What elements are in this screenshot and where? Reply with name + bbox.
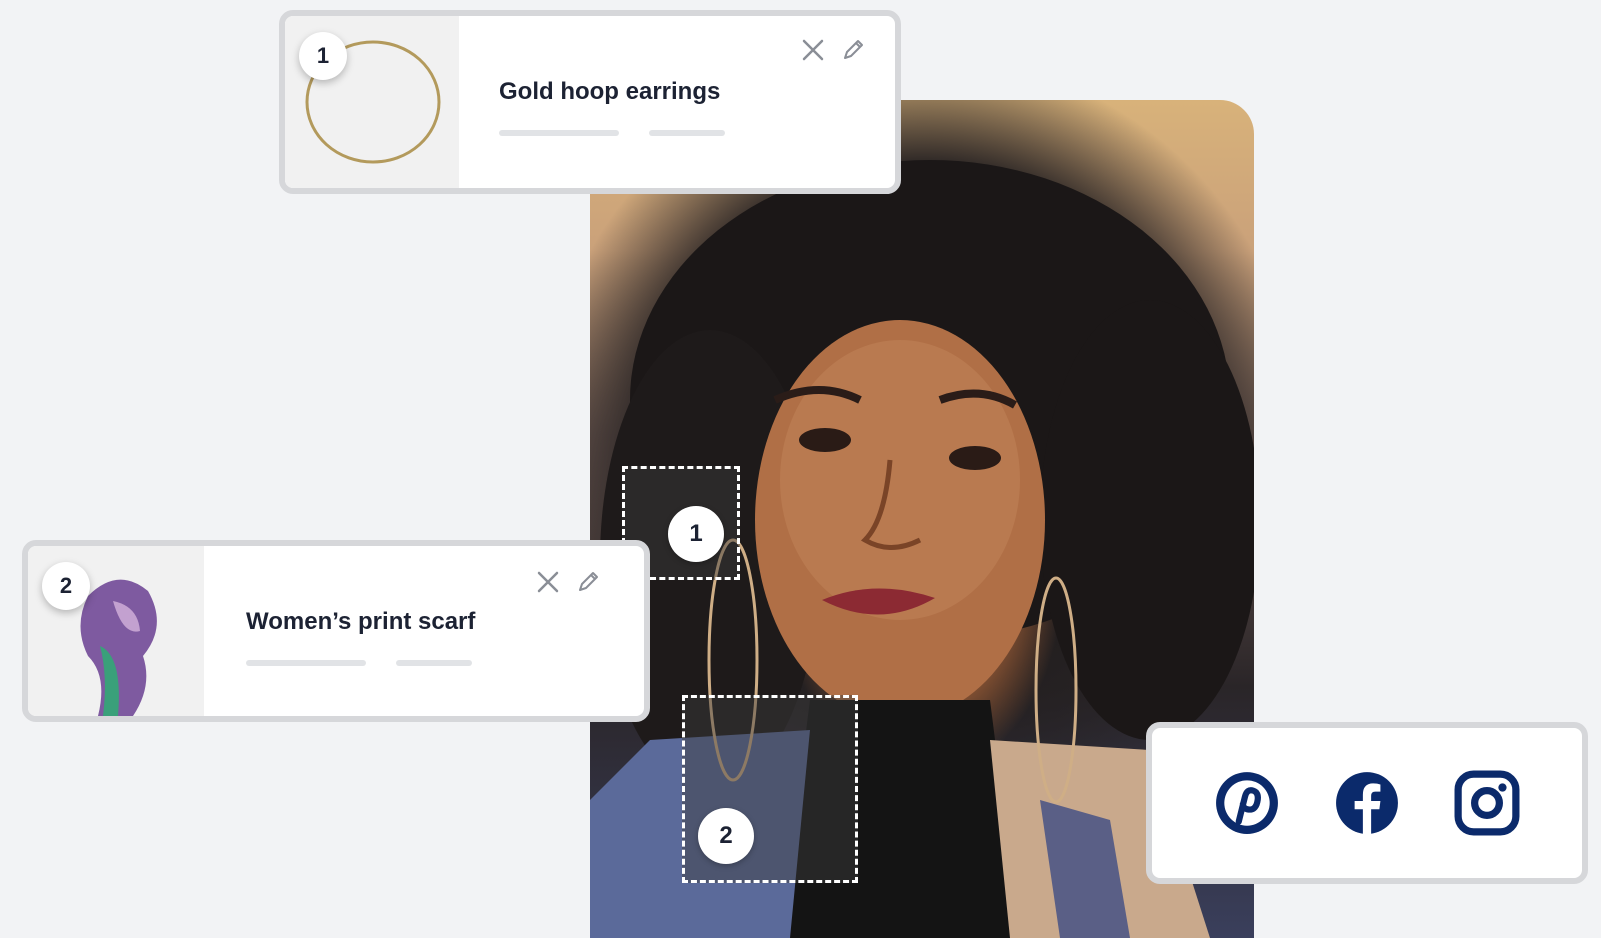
placeholder-line	[649, 130, 725, 136]
scarf-tag-marker[interactable]: 2	[698, 808, 754, 864]
social-share-card	[1146, 722, 1588, 884]
close-icon[interactable]	[534, 568, 562, 596]
placeholder-line	[246, 660, 366, 666]
product-card-scarf[interactable]: Women’s print scarf	[22, 540, 650, 722]
product-number-badge: 2	[42, 562, 90, 610]
placeholder-line	[499, 130, 619, 136]
product-card-earrings[interactable]: Gold hoop earrings	[279, 10, 901, 194]
facebook-icon[interactable]	[1334, 770, 1400, 836]
product-name: Gold hoop earrings	[499, 78, 721, 105]
earrings-tag-marker[interactable]: 1	[668, 506, 724, 562]
instagram-icon[interactable]	[1454, 770, 1520, 836]
pencil-icon[interactable]	[839, 36, 867, 64]
product-number-badge: 1	[299, 32, 347, 80]
pencil-icon[interactable]	[574, 568, 602, 596]
close-icon[interactable]	[799, 36, 827, 64]
placeholder-line	[396, 660, 472, 666]
pinterest-icon[interactable]	[1214, 770, 1280, 836]
product-name: Women’s print scarf	[246, 608, 476, 635]
